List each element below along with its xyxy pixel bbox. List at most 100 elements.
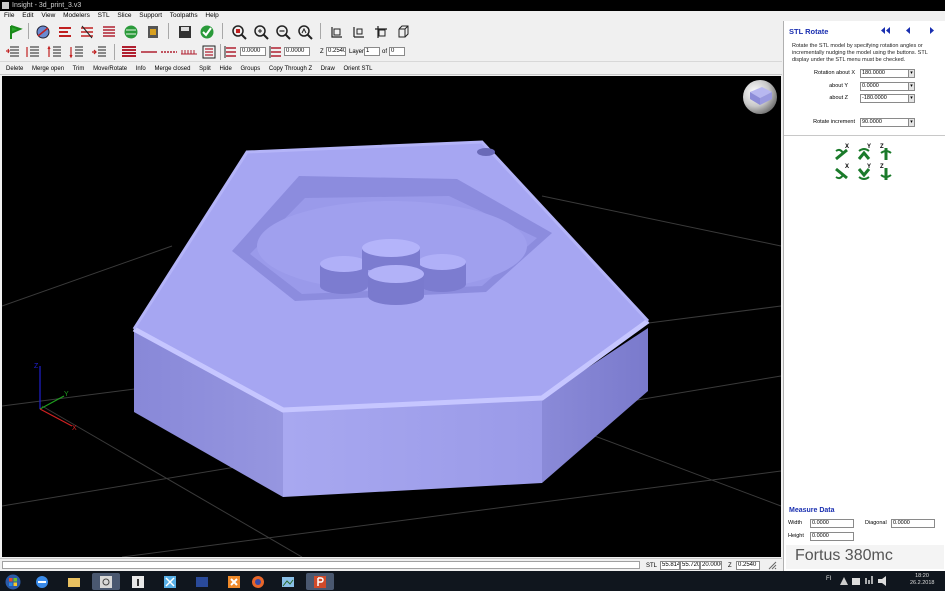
stl-rotate-panel: STL Rotate Rotate the STL model by speci… — [783, 21, 945, 571]
curve-style-button[interactable] — [120, 43, 138, 61]
groups-button[interactable]: Groups — [241, 66, 261, 72]
back-icon[interactable] — [904, 26, 913, 35]
status-message-box — [2, 561, 640, 569]
menu-toolpaths[interactable]: Toolpaths — [170, 12, 198, 19]
menu-view[interactable]: View — [41, 12, 55, 19]
globe-tool-button[interactable] — [34, 23, 52, 41]
merge-closed-button[interactable]: Merge closed — [154, 66, 190, 72]
taskbar-insight[interactable] — [92, 573, 120, 590]
forward-icon[interactable] — [927, 26, 936, 35]
draw-button[interactable]: Draw — [321, 66, 335, 72]
z-label: Z — [320, 49, 324, 55]
z-field[interactable]: 0.2540 — [326, 47, 346, 56]
view-side-button[interactable] — [372, 23, 390, 41]
green-sphere-button[interactable] — [122, 23, 140, 41]
start-button[interactable] — [2, 573, 24, 590]
measure-width-label: Width — [788, 520, 803, 526]
rotate-increment-dropdown[interactable]: ▾ — [908, 118, 915, 127]
taskbar-language[interactable]: FI — [826, 576, 831, 582]
merge-open-button[interactable]: Merge open — [32, 66, 64, 72]
windows-taskbar: FI 18:20 26.2.2018 — [0, 571, 945, 591]
flag-tool-button[interactable] — [6, 23, 24, 41]
hexagon-model[interactable] — [132, 140, 650, 497]
rotation-y-dropdown[interactable]: ▾ — [908, 82, 915, 91]
status-y: 55.7200 — [680, 561, 700, 570]
split-button[interactable]: Split — [199, 66, 211, 72]
align-down-button[interactable] — [24, 43, 42, 61]
rotation-x-dropdown[interactable]: ▾ — [908, 69, 915, 78]
layers-button[interactable] — [100, 23, 118, 41]
zoom-window-button[interactable] — [230, 23, 248, 41]
taskbar-firefox[interactable] — [244, 573, 272, 590]
view-orientation-ball[interactable] — [743, 80, 777, 114]
toolpath-check-button[interactable] — [198, 23, 216, 41]
layer-field[interactable]: 1 — [364, 47, 380, 56]
back-double-icon[interactable] — [880, 26, 891, 35]
rotation-y-field[interactable]: 0.0000 — [860, 82, 915, 91]
delete-button[interactable]: Delete — [6, 66, 23, 72]
zoom-extents-button[interactable] — [252, 23, 270, 41]
view-iso-button[interactable] — [394, 23, 412, 41]
rotation-x-label: Rotation about X — [814, 70, 855, 76]
align-right-button[interactable] — [90, 43, 108, 61]
taskbar-ie[interactable] — [28, 573, 56, 590]
taskbar-clock[interactable]: 18:20 26.2.2018 — [910, 573, 934, 587]
menu-file[interactable]: File — [4, 12, 14, 19]
menu-edit[interactable]: Edit — [22, 12, 33, 19]
brand-text: Fortus 380mc — [795, 547, 893, 564]
align-up-button[interactable] — [46, 43, 64, 61]
orient-stl-button[interactable]: Orient STL — [343, 66, 372, 72]
model-view[interactable]: Z Y X — [2, 76, 781, 557]
list-style-button[interactable] — [200, 43, 218, 61]
stl-lines-button[interactable] — [56, 23, 74, 41]
stl-slice-button[interactable] — [78, 23, 96, 41]
rotation-z-field[interactable]: -180.0000 — [860, 94, 915, 103]
comb-style-button[interactable] — [180, 43, 198, 61]
brand-banner: Fortus 380mc — [786, 545, 944, 569]
taskbar-explorer[interactable] — [60, 573, 88, 590]
menu-help[interactable]: Help — [205, 12, 218, 19]
copy-through-z-button[interactable]: Copy Through Z — [269, 66, 312, 72]
resize-grip-icon — [766, 561, 778, 570]
rotate-increment-field[interactable]: 90.0000 — [860, 118, 910, 127]
taskbar-network[interactable] — [156, 573, 184, 590]
taskbar-info[interactable] — [124, 573, 152, 590]
globe-tool-icon — [36, 25, 50, 39]
taskbar-powerpoint[interactable] — [306, 573, 334, 590]
move-rotate-button[interactable]: Move/Rotate — [93, 66, 127, 72]
stl-lines-icon — [59, 27, 71, 37]
rotation-z-dropdown[interactable]: ▾ — [908, 94, 915, 103]
view-front-button[interactable] — [328, 23, 346, 41]
dash-style-button[interactable] — [160, 43, 178, 61]
measure-title: Measure Data — [789, 507, 835, 514]
width-field-2[interactable]: 0.0000 — [284, 47, 310, 56]
menu-support[interactable]: Support — [139, 12, 162, 19]
windows-logo-icon — [5, 574, 21, 589]
zoom-all-button[interactable] — [296, 23, 314, 41]
info-button[interactable]: Info — [136, 66, 146, 72]
menu-stl[interactable]: STL — [98, 12, 110, 19]
taskbar-media[interactable] — [188, 573, 216, 590]
width-field-1[interactable]: 0.0000 — [240, 47, 266, 56]
hide-button[interactable]: Hide — [220, 66, 232, 72]
taskbar-photos[interactable] — [274, 573, 302, 590]
save-button[interactable] — [176, 23, 194, 41]
3d-viewport[interactable]: Z Y X — [2, 76, 781, 557]
status-z-coord: 20.0000 — [700, 561, 722, 570]
rotation-y-label: about Y — [829, 83, 848, 89]
support-tool-button[interactable] — [144, 23, 162, 41]
rotation-x-field[interactable]: 180.0000 — [860, 69, 915, 78]
line-style-button[interactable] — [140, 43, 158, 61]
main-toolbar — [0, 21, 782, 42]
system-tray[interactable] — [838, 575, 898, 587]
menu-modelers[interactable]: Modelers — [63, 12, 90, 19]
title-bar: Insight - 3d_print_3.v3 — [0, 0, 945, 11]
zoom-out-button[interactable] — [274, 23, 292, 41]
menu-slice[interactable]: Slice — [117, 12, 131, 19]
green-sphere-icon — [124, 25, 138, 39]
view-top-button[interactable] — [350, 23, 368, 41]
trim-button[interactable]: Trim — [73, 66, 85, 72]
align-bottom-button[interactable] — [68, 43, 86, 61]
align-left-button[interactable] — [4, 43, 22, 61]
zoom-all-icon — [298, 25, 313, 40]
